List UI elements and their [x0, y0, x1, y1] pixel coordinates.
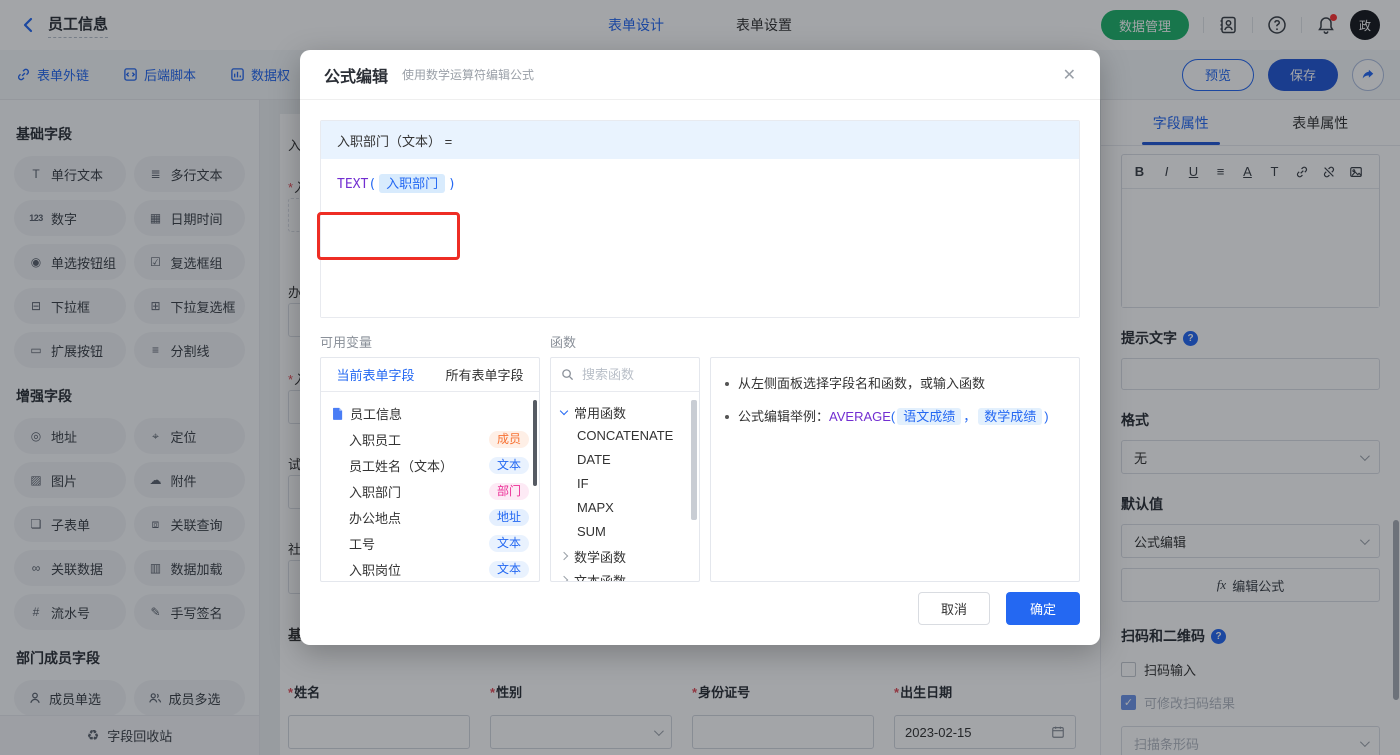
functions-label: 函数: [550, 335, 577, 350]
field-type-badge: 文本: [488, 534, 529, 552]
function-item-sum[interactable]: SUM: [551, 520, 699, 544]
variable-row[interactable]: 员工姓名（文本） 文本: [321, 452, 539, 478]
variable-row[interactable]: 入职员工 成员: [321, 426, 539, 452]
chevron-collapsed-icon: [559, 575, 569, 581]
search-icon: [562, 369, 574, 381]
modal-title: 公式编辑: [324, 68, 389, 86]
function-search-input[interactable]: [582, 367, 689, 382]
field-type-badge: 地址: [488, 508, 529, 526]
formula-input-area[interactable]: TEXT(入职部门): [321, 159, 1079, 317]
variable-row[interactable]: 入职部门 部门: [321, 478, 539, 504]
field-type-badge: 部门: [488, 482, 529, 500]
chevron-expanded-icon: [559, 406, 569, 415]
help-text-1: 从左侧面板选择字段名和函数，或输入函数: [738, 376, 986, 391]
functions-scrollbar[interactable]: [691, 400, 697, 520]
variables-scrollbar[interactable]: [533, 400, 537, 486]
tab-all-form-fields[interactable]: 所有表单字段: [430, 365, 539, 384]
formula-editor: 入职部门（文本） = TEXT(入职部门): [320, 120, 1080, 318]
example-field-pill: 语文成绩: [897, 408, 962, 425]
field-type-badge: 文本: [488, 560, 529, 578]
function-item-mapx[interactable]: MAPX: [551, 496, 699, 520]
formula-field-token: 入职部门: [379, 174, 446, 193]
bullet-dot: [725, 382, 729, 386]
formula-help-panel: 从左侧面板选择字段名和函数，或输入函数 公式编辑举例：AVERAGE(语文成绩，…: [710, 357, 1080, 582]
variables-root-node[interactable]: 员工信息: [321, 400, 539, 426]
form-designer-app: 员工信息 表单设计 表单设置 数据管理 政 表单外链 后端脚本 数据权 预览 保…: [0, 0, 1400, 755]
function-item-date[interactable]: DATE: [551, 448, 699, 472]
function-group-common[interactable]: 常用函数: [551, 400, 699, 424]
function-item-concatenate[interactable]: CONCATENATE: [551, 424, 699, 448]
variable-row[interactable]: 工号 文本: [321, 530, 539, 556]
field-type-badge: 成员: [488, 430, 529, 448]
variables-label: 可用变量: [320, 335, 373, 350]
bullet-dot: [725, 415, 729, 419]
help-text-2: 公式编辑举例：AVERAGE(语文成绩，数学成绩): [738, 408, 1049, 425]
variable-row[interactable]: 办公地点 地址: [321, 504, 539, 530]
close-icon[interactable]: ✕: [1063, 65, 1076, 85]
variable-row[interactable]: 入职岗位 文本: [321, 556, 539, 581]
chevron-collapsed-icon: [559, 551, 569, 561]
modal-subtitle: 使用数学运算符编辑公式: [402, 68, 535, 82]
function-item-if[interactable]: IF: [551, 472, 699, 496]
tab-current-form-fields[interactable]: 当前表单字段: [321, 365, 430, 384]
formula-target: 入职部门（文本） =: [321, 121, 1079, 159]
formula-function-token: TEXT: [337, 177, 369, 192]
formula-edit-modal: 公式编辑 使用数学运算符编辑公式 ✕ 入职部门（文本） = TEXT(入职部门)…: [300, 50, 1100, 645]
function-group-math[interactable]: 数学函数: [551, 544, 699, 568]
field-type-badge: 文本: [488, 456, 529, 474]
cancel-button[interactable]: 取消: [917, 592, 990, 625]
confirm-button[interactable]: 确定: [1005, 592, 1080, 625]
modal-header: 公式编辑 使用数学运算符编辑公式 ✕: [300, 50, 1100, 100]
variables-panel: 当前表单字段 所有表单字段 员工信息 入职员工 成员 员工姓名（文本） 文本 入职部…: [320, 357, 540, 582]
function-search[interactable]: [551, 358, 699, 392]
function-group-text[interactable]: 文本函数: [551, 568, 699, 581]
functions-panel: 常用函数 CONCATENATE DATE IF MAPX SUM 数学函数 文…: [550, 357, 700, 582]
example-field-pill: 数学成绩: [978, 408, 1043, 425]
form-doc-icon: [333, 407, 343, 420]
